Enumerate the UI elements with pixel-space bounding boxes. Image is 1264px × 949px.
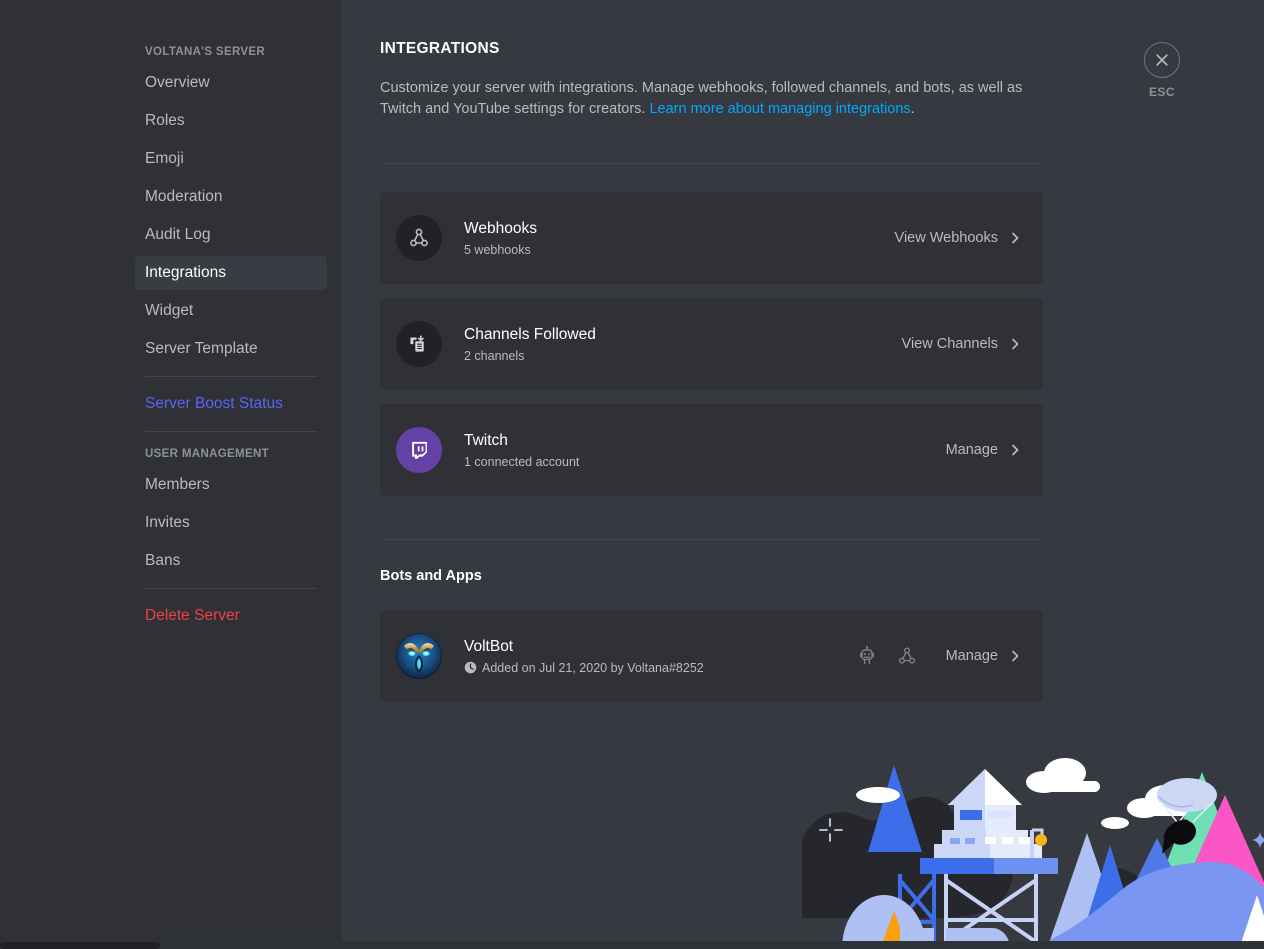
twitch-manage-button[interactable]: Manage [946, 442, 1021, 458]
chevron-right-icon [1012, 232, 1019, 244]
chevron-right-icon [1012, 338, 1019, 350]
twitch-card-subtitle: 1 connected account [464, 454, 580, 469]
robot-icon[interactable] [856, 645, 878, 667]
twitch-card-text: Twitch 1 connected account [464, 431, 946, 470]
sidebar-item-members[interactable]: Members [135, 468, 327, 502]
integration-card-webhooks[interactable]: Webhooks 5 webhooks View Webhooks [380, 192, 1043, 284]
clock-icon [464, 661, 477, 674]
webhooks-card-text: Webhooks 5 webhooks [464, 219, 895, 258]
sidebar-item-bans[interactable]: Bans [135, 544, 327, 578]
chevron-right-icon [1012, 444, 1019, 456]
webhook-icon [396, 215, 442, 261]
bot-card-text: VoltBot Added on Jul 21, 2020 by Voltana… [464, 637, 856, 676]
learn-more-link[interactable]: Learn more about managing integrations [649, 101, 910, 117]
sidebar-item-overview[interactable]: Overview [135, 66, 327, 100]
avatar [396, 633, 442, 679]
close-icon-circle [1144, 42, 1180, 78]
twitch-icon [396, 427, 442, 473]
page-title: INTEGRATIONS [380, 40, 500, 57]
channels-card-text: Channels Followed 2 channels [464, 325, 902, 364]
page-description-period: . [910, 101, 915, 117]
settings-sidebar: VOLTANA'S SERVER Overview Roles Emoji Mo… [0, 0, 342, 949]
sidebar-server-header: VOLTANA'S SERVER [145, 46, 266, 58]
close-icon [1156, 54, 1168, 66]
webhook-icon[interactable] [896, 645, 918, 667]
bot-card-voltbot[interactable]: VoltBot Added on Jul 21, 2020 by Voltana… [380, 610, 1043, 702]
view-webhooks-label: View Webhooks [894, 230, 998, 246]
sidebar-item-moderation[interactable]: Moderation [135, 180, 327, 214]
bot-meta-text: Added on Jul 21, 2020 by Voltana#8252 [482, 660, 704, 675]
sidebar-item-integrations[interactable]: Integrations [135, 256, 327, 290]
integration-card-channels-followed[interactable]: Channels Followed 2 channels View Channe… [380, 298, 1043, 390]
sidebar-user-management-header: USER MANAGEMENT [145, 448, 270, 460]
chevron-right-icon [1012, 650, 1019, 662]
twitch-manage-label: Manage [945, 442, 998, 458]
settings-content: INTEGRATIONS Customize your server with … [342, 0, 1264, 949]
bot-name: VoltBot [464, 637, 514, 655]
sidebar-item-invites[interactable]: Invites [135, 506, 327, 540]
webhooks-card-subtitle: 5 webhooks [464, 242, 531, 257]
bot-manage-button[interactable]: Manage [946, 648, 1021, 664]
sidebar-item-audit-log[interactable]: Audit Log [135, 218, 327, 252]
view-webhooks-button[interactable]: View Webhooks [895, 230, 1021, 246]
view-channels-button[interactable]: View Channels [902, 336, 1021, 352]
close-settings-button[interactable]: ESC [1144, 42, 1180, 99]
esc-label: ESC [1148, 85, 1176, 99]
bot-action-icons [856, 645, 918, 667]
integration-card-twitch[interactable]: Twitch 1 connected account Manage [380, 404, 1043, 496]
bots-and-apps-title: Bots and Apps [380, 568, 482, 584]
page-description: Customize your server with integrations.… [380, 78, 1040, 120]
content-divider-bots [380, 539, 1042, 540]
channels-card-subtitle: 2 channels [464, 348, 525, 363]
sidebar-divider-3 [145, 588, 317, 589]
sidebar-item-server-template[interactable]: Server Template [135, 332, 327, 366]
sidebar-divider-2 [145, 431, 317, 432]
bot-meta: Added on Jul 21, 2020 by Voltana#8252 [464, 660, 856, 676]
channels-card-title: Channels Followed [464, 325, 596, 343]
sidebar-item-roles[interactable]: Roles [135, 104, 327, 138]
channels-followed-icon [396, 321, 442, 367]
bot-manage-label: Manage [945, 648, 998, 664]
settings-window: VOLTANA'S SERVER Overview Roles Emoji Mo… [0, 0, 1264, 949]
content-divider-top [380, 163, 1042, 164]
sidebar-item-delete-server[interactable]: Delete Server [135, 599, 327, 633]
twitch-card-title: Twitch [464, 431, 508, 449]
sidebar-divider-1 [145, 376, 317, 377]
webhooks-card-title: Webhooks [464, 219, 537, 237]
sidebar-item-emoji[interactable]: Emoji [135, 142, 327, 176]
discord-watchtower-mountains-illustration [782, 740, 1264, 949]
sidebar-item-server-boost-status[interactable]: Server Boost Status [135, 387, 327, 421]
view-channels-label: View Channels [901, 336, 998, 352]
horizontal-scrollbar[interactable] [0, 941, 1264, 949]
scrollbar-thumb[interactable] [0, 942, 160, 949]
sidebar-item-widget[interactable]: Widget [135, 294, 327, 328]
